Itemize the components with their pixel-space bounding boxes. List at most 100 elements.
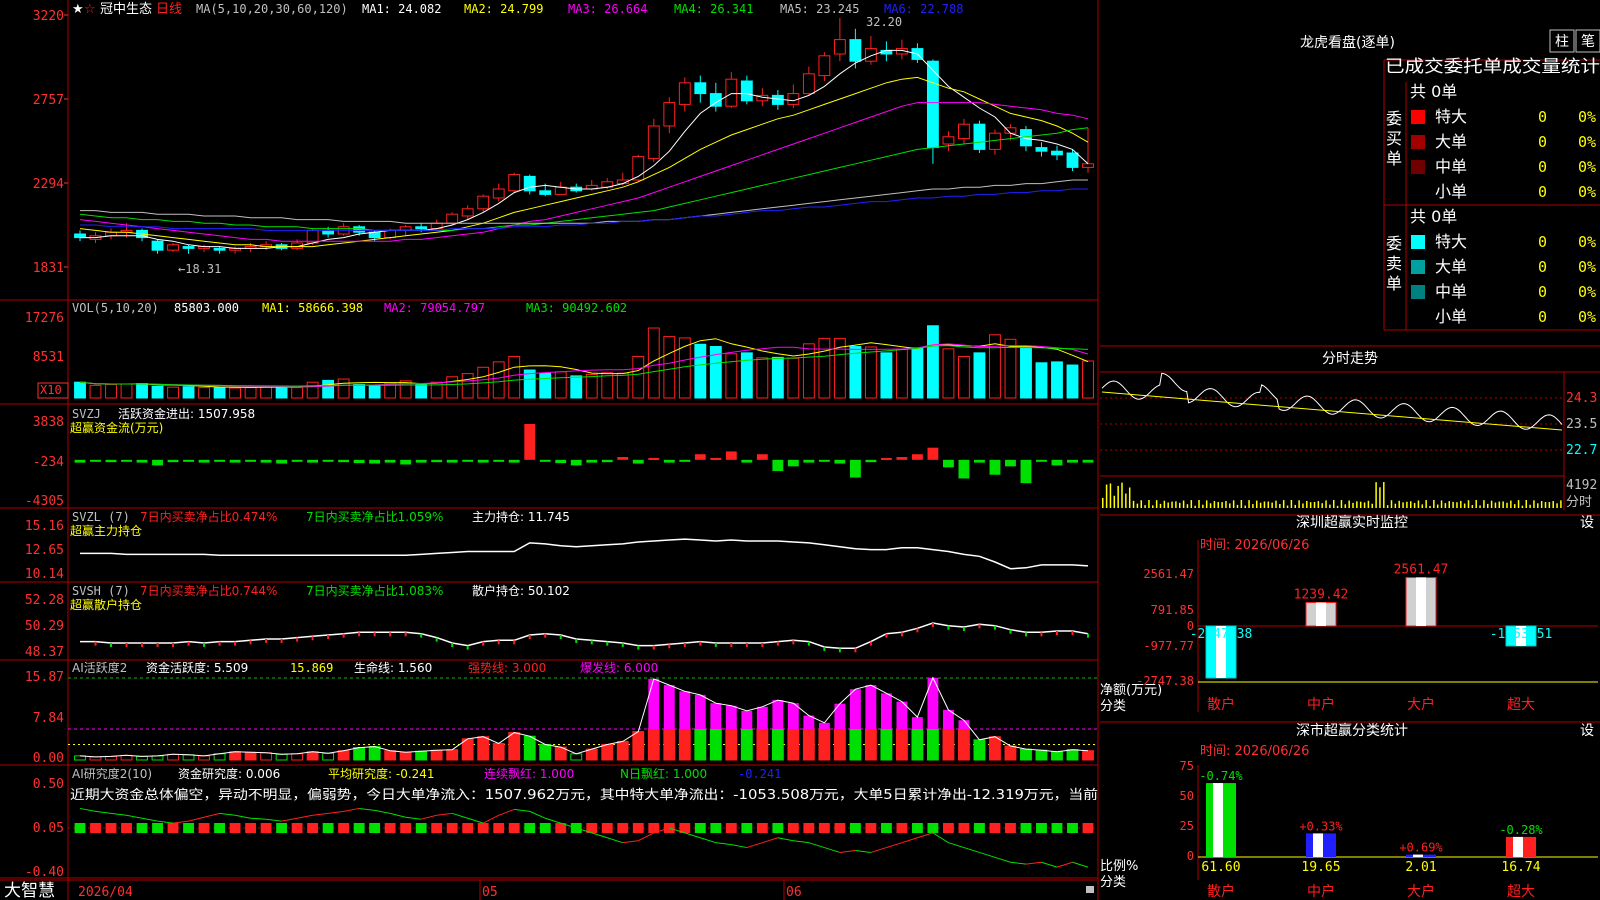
activity-bar: [818, 728, 831, 761]
candle-down: [74, 233, 86, 239]
tick-mode-button[interactable]: 笔: [1581, 34, 1595, 50]
intraday-volume-bar: [1490, 500, 1493, 508]
retail-tick: [559, 634, 562, 639]
research-bar: [400, 823, 412, 833]
retail-tick: [962, 627, 965, 632]
intraday-volume-bar: [1456, 502, 1458, 508]
buy-row-pct: 0%: [1578, 108, 1596, 126]
candle-down: [182, 246, 195, 249]
research-bar: [539, 823, 551, 833]
sz-class-bar-highlight: [1313, 833, 1323, 857]
intraday-volume-bar: [1105, 484, 1108, 508]
intraday-volume-bar: [1263, 501, 1266, 508]
retail-tick: [807, 641, 810, 646]
retail-tick: [249, 640, 252, 645]
retail-tick: [528, 634, 531, 639]
sz-class-bar-group: [1306, 833, 1336, 857]
buy-row-count: 0: [1538, 183, 1547, 201]
activity-bar: [849, 728, 862, 761]
fund-flow-bar: [198, 459, 210, 463]
retail-tick: [854, 648, 857, 653]
research-avg-segment: [545, 817, 561, 824]
research-bar: [1036, 823, 1047, 833]
sell-row-label: 中单: [1435, 282, 1467, 301]
candle-up: [802, 73, 815, 95]
volume-bar: [1035, 362, 1048, 399]
volume-bar: [725, 353, 738, 399]
activity-bar: [1066, 749, 1079, 761]
volume-bar: [787, 357, 800, 399]
intraday-volume-bar: [1548, 502, 1551, 508]
bar-mode-button[interactable]: 柱: [1555, 34, 1569, 50]
retail-tick: [683, 642, 686, 647]
fund-flow-bar: [167, 459, 179, 463]
retail-tick: [916, 628, 919, 633]
retail-tick: [497, 640, 500, 645]
intraday-volume-bar: [1533, 500, 1535, 508]
buy-side-label: 委: [1386, 109, 1402, 128]
buy-row-swatch: [1411, 160, 1425, 174]
intraday-volume-bar: [1375, 482, 1377, 508]
activity-bar: [1082, 750, 1094, 761]
intraday-volume-bar: [1109, 483, 1112, 508]
candle-up: [446, 213, 459, 224]
intraday-volume-bar: [1190, 500, 1193, 508]
research-bar: [896, 823, 908, 833]
intraday-volume-bar: [1487, 503, 1489, 508]
volume-bar: [322, 379, 335, 399]
retail-tick: [373, 632, 376, 637]
fund-flow-bar: [787, 459, 799, 467]
fund-flow-bar: [384, 459, 396, 463]
buy-row-swatch: [1411, 135, 1425, 149]
retail-tick: [1055, 630, 1058, 635]
intraday-volume-bar: [1309, 502, 1312, 508]
research-bar: [136, 823, 148, 833]
fund-flow-bar: [322, 459, 334, 462]
research-avg-segment: [498, 808, 515, 816]
sz-monitor-settings-button[interactable]: 设: [1580, 515, 1594, 531]
candle-up: [461, 208, 474, 217]
buy-row-count: 0: [1538, 158, 1547, 176]
intraday-volume-bar: [1333, 500, 1335, 508]
candle-up: [492, 188, 505, 199]
fund-flow-bar: [989, 459, 1001, 475]
research-bar: [834, 823, 846, 833]
intraday-volume-bar: [1140, 500, 1142, 508]
retail-tick: [993, 625, 996, 630]
research-avg-segment: [855, 849, 871, 853]
sz-class-bar-highlight: [1213, 783, 1223, 857]
candle-up: [725, 78, 738, 107]
retail-tick: [265, 638, 268, 643]
activity-bar: [771, 728, 784, 761]
activity-bar: [756, 728, 769, 761]
activity-bar: [678, 728, 691, 761]
candle-down: [415, 226, 428, 230]
research-avg-segment: [917, 832, 934, 839]
volume-bar: [182, 386, 195, 399]
intraday-volume-bar: [1102, 498, 1104, 508]
candle-down: [1035, 147, 1048, 152]
research-bar: [601, 823, 613, 833]
fund-flow-bar: [400, 459, 412, 465]
sz-class-settings-button[interactable]: 设: [1580, 723, 1594, 739]
fund-flow-bar: [911, 454, 923, 460]
candle-up: [942, 136, 955, 145]
intraday-volume-bar: [1325, 500, 1327, 508]
fund-flow-bar: [229, 459, 241, 463]
research-avg-segment: [963, 847, 980, 853]
activity-bar: [244, 751, 257, 761]
fund-flow-bar: [415, 459, 427, 463]
sz-monitor-category: 大户: [1407, 696, 1435, 713]
activity-bar: [306, 751, 319, 761]
intraday-volume-bar: [1125, 493, 1127, 508]
retail-tick: [978, 624, 981, 629]
fund-flow-bar: [183, 459, 194, 462]
intraday-volume-bar: [1363, 502, 1366, 508]
sell-row-label: 特大: [1435, 232, 1467, 251]
activity-bar: [895, 728, 908, 761]
research-bar: [1067, 823, 1078, 833]
retail-tick: [513, 640, 516, 645]
retail-tick: [110, 642, 113, 647]
research-bar: [1005, 823, 1016, 833]
intraday-volume-bar: [1537, 503, 1539, 508]
